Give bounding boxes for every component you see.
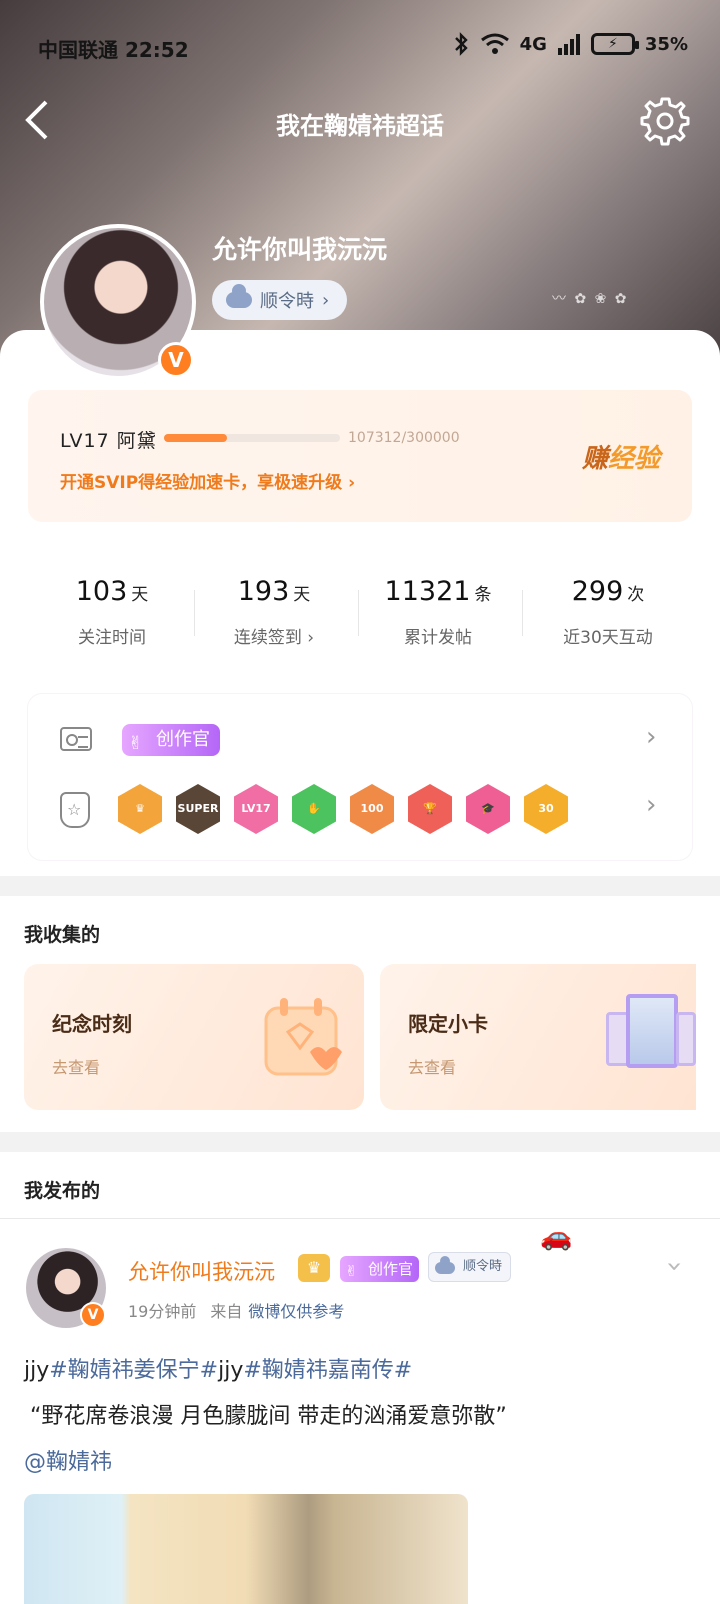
cloud-icon — [435, 1256, 455, 1274]
divider — [0, 1218, 720, 1219]
stat-num: 193 — [237, 576, 290, 607]
level-label: LV17 阿黛 — [60, 430, 157, 452]
post-source[interactable]: 微博仅供参考 — [248, 1302, 344, 1321]
stat-label: 连续签到 — [233, 628, 302, 648]
settings-button[interactable] — [640, 96, 690, 146]
stat-signin-days[interactable]: 193 天 连续签到 › — [194, 576, 354, 648]
earn-exp-b: 经验 — [608, 444, 661, 474]
hashtag-link[interactable]: #鞠婧祎姜保宁# — [49, 1358, 218, 1383]
hero-decoration: 〰 ✿ ❀ ✿ — [552, 291, 629, 307]
divider — [522, 590, 523, 636]
post-image[interactable] — [24, 1494, 468, 1604]
posted-title: 我发布的 — [24, 1180, 101, 1202]
battery-label: 35% — [644, 33, 688, 55]
collection-card-cards[interactable]: 限定小卡 去查看 — [380, 964, 696, 1110]
carrier-time: 中国联通 22:52 — [38, 38, 189, 62]
network-label: 4G — [519, 33, 547, 55]
calendar-icon — [264, 998, 342, 1076]
rank-label: 顺令時 — [260, 291, 314, 312]
stat-num: 103 — [75, 576, 128, 607]
hashtag-link[interactable]: #鞠婧祎嘉南传# — [243, 1358, 412, 1383]
earn-exp-a: 赚 — [582, 444, 609, 474]
battery-icon: ⚡ — [590, 33, 639, 55]
post-from-label: 来自 — [210, 1302, 243, 1321]
chevron-right-icon[interactable]: › — [646, 722, 656, 752]
photo-card-image — [626, 994, 678, 1068]
creator-icon: ✌ — [128, 733, 144, 754]
stat-num: 299 — [571, 576, 624, 607]
photo-card-image — [676, 1012, 696, 1066]
level-progress-fill — [164, 434, 227, 442]
collection-card-title: 纪念时刻 — [52, 1012, 132, 1036]
wifi-icon — [480, 33, 509, 54]
stat-label: 近30天互动 — [563, 628, 653, 648]
verified-badge: V — [158, 342, 194, 378]
post-time: 19分钟前 — [128, 1302, 197, 1321]
id-card-icon — [60, 727, 92, 751]
post-meta: 19分钟前 来自 微博仅供参考 — [128, 1298, 344, 1322]
car-decoration-icon: 🚗 — [540, 1222, 573, 1252]
stat-unit: 次 — [627, 585, 645, 605]
bluetooth-icon — [454, 32, 468, 56]
post-creator-badge: ✌ 创作官 — [340, 1256, 420, 1282]
chevron-right-icon: › — [348, 473, 356, 493]
post-menu-chevron-icon[interactable]: › — [659, 1261, 692, 1272]
earn-exp-button[interactable]: 赚经验 — [582, 438, 660, 475]
post-verified-badge: V — [80, 1302, 106, 1328]
medal-icon — [60, 792, 90, 828]
post-quote: “野花席卷浪漫 月色朦胧间 带走的汹涌爱意弥散” — [30, 1404, 507, 1429]
stat-label: 累计发帖 — [404, 628, 472, 648]
stat-follow-days: 103 天 关注时间 — [32, 576, 192, 648]
page-title: 我在鞠婧祎超话 — [276, 112, 444, 140]
stat-label: 关注时间 — [78, 628, 146, 648]
collection-card-moments[interactable]: 纪念时刻 去查看 — [24, 964, 364, 1110]
stat-unit: 天 — [293, 585, 311, 605]
chevron-right-icon: › — [301, 628, 315, 648]
status-bar: 中国联通 22:52 4G ⚡ 35% — [38, 32, 688, 62]
collection-card-link: 去查看 — [408, 1058, 457, 1077]
level-progress-bar — [164, 434, 340, 442]
stat-num: 11321 — [384, 576, 471, 607]
mention-link[interactable]: @鞠婧祎 — [24, 1444, 112, 1476]
stat-posts: 11321 条 累计发帖 — [358, 576, 518, 648]
gear-icon — [640, 97, 690, 146]
post-text: jjy — [24, 1358, 50, 1383]
stat-unit: 条 — [474, 585, 492, 605]
svip-promo-text: 开通SVIP得经验加速卡，享极速升级 — [60, 473, 343, 493]
post-rank-badge: 顺令時 — [428, 1252, 512, 1282]
post-rank-label: 顺令時 — [463, 1259, 503, 1274]
chevron-right-icon: › — [322, 289, 330, 311]
collection-title: 我收集的 — [24, 924, 101, 946]
collection-card-link: 去查看 — [52, 1058, 101, 1077]
post-creator-label: 创作官 — [368, 1260, 414, 1278]
stat-interactions: 299 次 近30天互动 — [528, 576, 688, 648]
chevron-right-icon[interactable]: › — [646, 790, 656, 820]
rank-pill[interactable]: 顺令時 › — [212, 280, 348, 320]
creator-icon: ✌ — [345, 1262, 358, 1280]
creator-label: 创作官 — [156, 729, 210, 750]
svip-promo-link[interactable]: 开通SVIP得经验加速卡，享极速升级 › — [60, 468, 355, 493]
post-tags-line: jjy#鞠婧祎姜保宁#jjy#鞠婧祎嘉南传# — [24, 1352, 412, 1384]
signal-icon — [557, 34, 580, 55]
badge-panel — [28, 694, 692, 860]
post-text: jjy — [218, 1358, 244, 1383]
stat-unit: 天 — [131, 585, 149, 605]
crown-icon: ♛ — [298, 1254, 330, 1282]
profile-username: 允许你叫我沅沅 — [212, 235, 388, 264]
cloud-icon — [226, 284, 252, 308]
post-author[interactable]: 允许你叫我沅沅 — [128, 1256, 275, 1286]
collection-card-title: 限定小卡 — [408, 1012, 488, 1036]
creator-badge[interactable]: ✌ 创作官 — [122, 724, 220, 756]
level-progress-text: 107312/300000 — [348, 430, 460, 446]
